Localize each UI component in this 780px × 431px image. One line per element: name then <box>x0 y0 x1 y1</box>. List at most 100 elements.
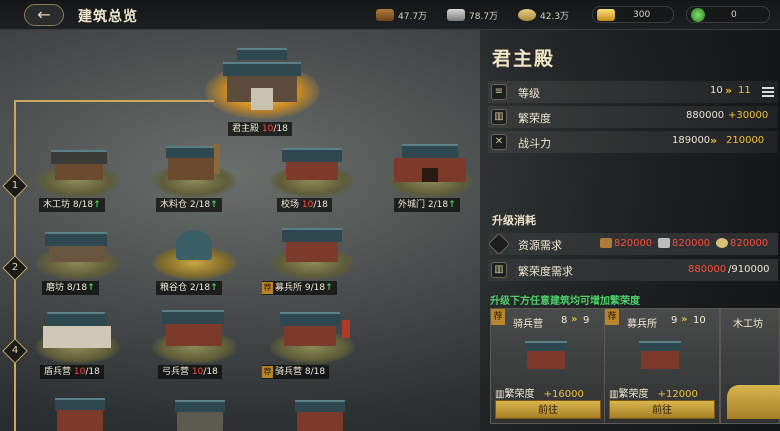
granary-building[interactable] <box>152 224 237 280</box>
double-arrow-icon: » <box>710 134 718 147</box>
outer-gate-label: 外城门 2/18↑ <box>394 198 460 212</box>
tier-marker-4: 4 <box>2 338 28 364</box>
granary-dome <box>176 230 212 260</box>
recommend-badge: 荐 <box>262 366 273 378</box>
jade-resource[interactable]: 0 <box>686 6 770 23</box>
upgrade-arrow-icon: ↑ <box>93 200 101 210</box>
goto-button-partial[interactable] <box>727 385 780 419</box>
page-title: 建筑总览 <box>78 9 138 25</box>
resource-need-icon <box>487 232 511 256</box>
hall-stairs <box>251 88 273 110</box>
back-arrow-icon: ← <box>37 5 51 24</box>
roof <box>51 150 107 164</box>
upgrade-card-recruitment[interactable]: 荐 募兵所 9 » 10 ▥繁荣度 +12000 前往 <box>604 308 720 424</box>
prosperity-icon: ▥ <box>491 262 507 278</box>
building-partial[interactable] <box>165 388 235 431</box>
wood-resource[interactable]: 47.7万 <box>376 7 427 23</box>
upgrade-arrow-icon: ↑ <box>210 283 218 293</box>
grain-icon <box>716 238 728 248</box>
cavalry-building-thumb <box>519 337 575 377</box>
goto-button[interactable]: 前往 <box>609 400 715 419</box>
shield-barracks-building[interactable] <box>35 306 120 364</box>
wood-icon <box>600 238 612 248</box>
outer-gate-building[interactable] <box>388 140 473 198</box>
stat-row-power: ✕ 战斗力 189000 » 210000 <box>488 131 778 153</box>
roof <box>402 144 458 158</box>
crossed-swords-icon: ✕ <box>491 134 507 150</box>
double-arrow-icon: » <box>571 314 578 325</box>
wood-icon <box>376 9 394 21</box>
upgrade-arrow-icon: ↑ <box>448 200 456 210</box>
drill-ground-building[interactable] <box>270 142 355 198</box>
rank-icon: ≡ <box>491 84 507 100</box>
hall-roof-mid <box>223 62 301 76</box>
selected-building-title: 君主殿 <box>492 48 556 70</box>
goto-button[interactable]: 前往 <box>495 400 601 419</box>
back-button[interactable]: ← <box>24 4 64 26</box>
roof <box>175 400 225 412</box>
prosperity-need-row: ▥ 繁荣度需求 880000 /910000 <box>488 259 778 281</box>
grain-resource[interactable]: 42.3万 <box>518 7 569 23</box>
wall <box>297 412 343 431</box>
carpentry-label: 木工坊 8/18↑ <box>39 198 105 212</box>
double-arrow-icon: » <box>725 84 733 97</box>
wall <box>168 158 214 180</box>
main-hall-label: 君主殿 10/18 <box>228 122 292 136</box>
hall-roof-top <box>237 48 287 60</box>
building-partial[interactable] <box>285 388 355 431</box>
roof <box>45 232 107 246</box>
prosperity-tip: 升级下方任意建筑均可增加繁荣度 <box>490 296 640 307</box>
granary-label: 粮谷仓 2/18↑ <box>156 281 222 295</box>
recommend-badge: 荐 <box>605 309 619 325</box>
archer-barracks-building[interactable] <box>152 306 237 364</box>
main-hall-building[interactable] <box>205 44 320 119</box>
gate-door <box>422 168 438 182</box>
stat-row-prosperity: ▥ 繁荣度 880000 +30000 <box>488 106 778 128</box>
drill-ground-label: 校场 10/18 <box>277 198 332 212</box>
recommend-badge: 荐 <box>262 282 273 294</box>
carpentry-building[interactable] <box>35 142 120 198</box>
tree-branch-line <box>14 100 214 102</box>
upgrade-arrow-icon: ↑ <box>87 283 95 293</box>
tier-marker-1: 1 <box>2 173 28 199</box>
mill-label: 磨坊 8/18↑ <box>42 281 99 295</box>
gold-resource[interactable]: 300 <box>592 6 674 23</box>
roof <box>166 146 216 158</box>
upgrade-arrow-icon: ↑ <box>210 200 218 210</box>
iron-resource[interactable]: 78.7万 <box>447 7 498 23</box>
card-prosperity: ▥繁荣度 +12000 <box>609 389 698 400</box>
banner <box>342 320 350 338</box>
gold-ingot-icon <box>597 8 615 21</box>
wall <box>286 162 338 180</box>
roof <box>295 400 345 412</box>
recommend-badge: 荐 <box>491 309 505 325</box>
roof <box>55 398 105 410</box>
menu-icon[interactable] <box>762 85 774 99</box>
wall <box>55 164 103 180</box>
recruitment-office-label: 荐募兵所 9/18↑ <box>262 281 337 295</box>
crane <box>214 144 220 174</box>
shield-barracks-label: 盾兵营 10/18 <box>40 365 104 379</box>
lumber-storage-building[interactable] <box>152 142 237 198</box>
mill-building[interactable] <box>35 224 120 280</box>
upgrade-card-cavalry[interactable]: 荐 骑兵营 8 » 9 ▥繁荣度 +16000 前往 <box>490 308 606 424</box>
roof <box>47 312 105 326</box>
wall <box>286 242 338 262</box>
resource-need-row: 资源需求 820000 820000 820000 <box>487 232 778 256</box>
wall <box>284 326 336 346</box>
iron-icon <box>658 238 670 248</box>
recruitment-building-thumb <box>633 337 689 377</box>
prosperity-icon: ▥ <box>491 109 507 125</box>
cavalry-barracks-building[interactable] <box>270 306 355 364</box>
wall <box>166 324 222 346</box>
wall <box>43 326 111 348</box>
roof <box>282 228 342 242</box>
roof <box>162 310 224 324</box>
roof <box>282 148 342 162</box>
upgrade-card-carpentry[interactable]: 木工坊 <box>720 308 780 424</box>
card-prosperity: ▥繁荣度 +16000 <box>495 389 584 400</box>
double-arrow-icon: » <box>681 314 688 325</box>
jade-coin-icon <box>691 7 705 22</box>
building-partial[interactable] <box>45 388 115 431</box>
recruitment-office-building[interactable] <box>270 224 355 280</box>
